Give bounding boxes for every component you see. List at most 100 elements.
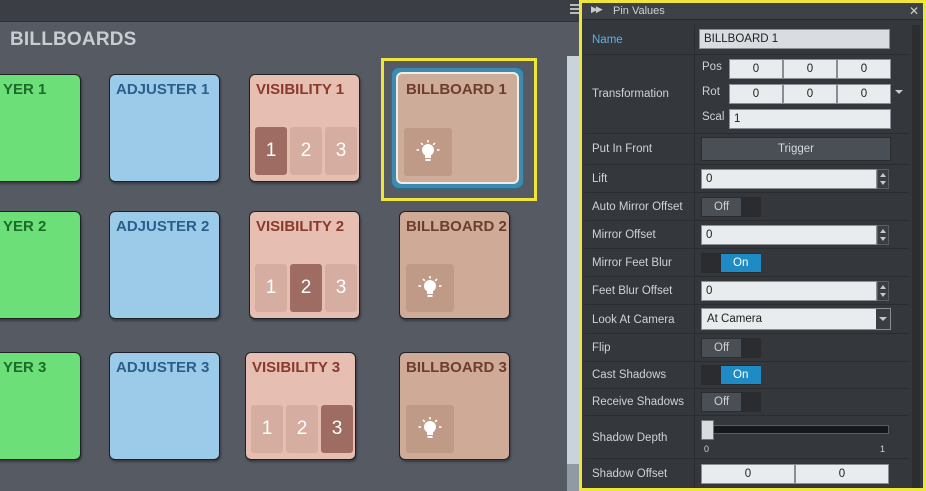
row-look-at-camera: Look At Camera At Camera: [585, 305, 909, 334]
node-title: BILLBOARD 1: [406, 81, 507, 98]
flip-toggle[interactable]: Off: [701, 338, 761, 358]
close-icon[interactable]: ✕: [909, 4, 919, 18]
node-visibility-3[interactable]: VISIBILITY 3 1 2 3: [245, 352, 356, 460]
node-title: YER 1: [3, 81, 47, 98]
node-adjuster-1[interactable]: ADJUSTER 1: [109, 74, 220, 182]
row-label: Transformation: [592, 88, 669, 100]
lightbulb-button[interactable]: [406, 264, 454, 312]
mirror-offset-field[interactable]: 0: [701, 225, 877, 245]
rot-y-field[interactable]: 0: [783, 84, 837, 104]
node-adjuster-2[interactable]: ADJUSTER 2: [109, 211, 220, 319]
row-label: Flip: [592, 342, 611, 354]
trigger-button[interactable]: Trigger: [701, 137, 891, 161]
mirror-feet-blur-toggle[interactable]: On: [701, 253, 761, 273]
scal-label: Scal: [702, 111, 725, 123]
lift-stepper[interactable]: [877, 169, 889, 189]
shadow-depth-slider-thumb[interactable]: [701, 420, 714, 440]
row-label: Look At Camera: [592, 314, 675, 326]
visibility-button-1[interactable]: 1: [251, 405, 283, 453]
node-layer-2[interactable]: YER 2: [0, 211, 81, 319]
lightbulb-button[interactable]: [404, 128, 452, 176]
toggle-state: Off: [702, 339, 742, 357]
row-shadow-depth: Shadow Depth 0 1: [585, 416, 909, 459]
rot-label: Rot: [702, 86, 720, 98]
visibility-button-2[interactable]: 2: [290, 264, 322, 312]
row-label: Receive Shadows: [592, 396, 685, 408]
node-billboard-1[interactable]: BILLBOARD 1: [396, 72, 519, 184]
scale-field[interactable]: 1: [729, 109, 891, 129]
row-shadow-offset: Shadow Offset 0 0: [585, 459, 909, 488]
lift-field[interactable]: 0: [701, 169, 877, 189]
node-adjuster-3[interactable]: ADJUSTER 3: [109, 352, 220, 460]
panel-scrollbar[interactable]: [912, 25, 920, 488]
canvas-scrollbar-end[interactable]: [567, 464, 579, 491]
chevron-down-icon[interactable]: [876, 309, 890, 329]
receive-shadows-toggle[interactable]: Off: [701, 392, 761, 412]
feet-blur-offset-field[interactable]: 0: [701, 281, 877, 301]
node-billboard-3[interactable]: BILLBOARD 3: [399, 352, 510, 460]
node-title: VISIBILITY 1: [256, 81, 345, 98]
toggle-state: On: [721, 366, 761, 384]
visibility-button-1[interactable]: 1: [255, 127, 287, 175]
row-label: Put In Front: [592, 143, 653, 155]
chevron-down-icon[interactable]: [895, 90, 903, 94]
visibility-button-3[interactable]: 3: [325, 127, 357, 175]
toggle-state: Off: [702, 393, 742, 411]
row-feet-blur-offset: Feet Blur Offset 0: [585, 277, 909, 305]
pos-z-field[interactable]: 0: [837, 59, 891, 79]
node-title: VISIBILITY 2: [256, 218, 345, 235]
node-title: ADJUSTER 1: [116, 81, 210, 98]
pin-values-panel: ▶▶ Pin Values ✕ Name BILLBOARD 1 Transfo…: [579, 0, 926, 491]
look-at-camera-select[interactable]: At Camera: [701, 308, 891, 330]
panel-header: ▶▶ Pin Values ✕: [582, 3, 923, 20]
row-label: Name: [592, 34, 623, 46]
rot-z-field[interactable]: 0: [837, 84, 891, 104]
name-field[interactable]: BILLBOARD 1: [699, 29, 890, 49]
lightbulb-button[interactable]: [406, 405, 454, 453]
shadow-offset-y-field[interactable]: 0: [795, 464, 889, 484]
node-title: YER 3: [3, 359, 47, 376]
shadow-offset-x-field[interactable]: 0: [701, 464, 795, 484]
visibility-button-3[interactable]: 3: [321, 405, 353, 453]
feet-blur-offset-stepper[interactable]: [877, 281, 889, 301]
row-label: Shadow Offset: [592, 468, 668, 480]
pos-label: Pos: [702, 61, 722, 73]
canvas-scrollbar[interactable]: [567, 56, 579, 464]
lightbulb-icon: [416, 140, 440, 161]
visibility-button-2[interactable]: 2: [290, 127, 322, 175]
visibility-button-3[interactable]: 3: [325, 264, 357, 312]
node-visibility-1[interactable]: VISIBILITY 1 1 2 3: [249, 74, 360, 182]
node-billboard-2[interactable]: BILLBOARD 2: [399, 211, 510, 319]
row-label: Lift: [592, 173, 608, 185]
lightbulb-icon: [418, 417, 442, 438]
lightbulb-icon: [418, 276, 442, 297]
panel-title: Pin Values: [613, 5, 665, 17]
collapse-arrows-icon[interactable]: ▶▶: [591, 5, 603, 15]
cast-shadows-toggle[interactable]: On: [701, 365, 761, 385]
node-visibility-2[interactable]: VISIBILITY 2 1 2 3: [249, 211, 360, 319]
node-layer-3[interactable]: YER 3: [0, 352, 81, 460]
pos-y-field[interactable]: 0: [783, 59, 837, 79]
mirror-offset-stepper[interactable]: [877, 225, 889, 245]
group-title: BILLBOARDS: [10, 29, 137, 50]
row-flip: Flip Off: [585, 334, 909, 362]
row-mirror-feet-blur: Mirror Feet Blur On: [585, 249, 909, 277]
row-cast-shadows: Cast Shadows On: [585, 362, 909, 389]
pos-x-field[interactable]: 0: [729, 59, 783, 79]
node-title: YER 2: [3, 218, 47, 235]
rot-x-field[interactable]: 0: [729, 84, 783, 104]
row-label: Mirror Offset: [592, 229, 656, 241]
row-label: Cast Shadows: [592, 369, 667, 381]
node-layer-1[interactable]: YER 1: [0, 74, 81, 182]
select-value: At Camera: [707, 313, 762, 325]
node-canvas[interactable]: BILLBOARDS YER 1 ADJUSTER 1 VISIBILITY 1…: [0, 0, 585, 491]
node-title: ADJUSTER 2: [116, 218, 210, 235]
shadow-depth-slider-track[interactable]: [706, 425, 889, 434]
toggle-state: Off: [702, 198, 742, 216]
row-label: Shadow Depth: [592, 432, 668, 444]
canvas-toolbar: [0, 0, 585, 22]
visibility-button-1[interactable]: 1: [255, 264, 287, 312]
visibility-button-2[interactable]: 2: [286, 405, 318, 453]
auto-mirror-offset-toggle[interactable]: Off: [701, 197, 761, 217]
slider-min-label: 0: [704, 444, 710, 454]
